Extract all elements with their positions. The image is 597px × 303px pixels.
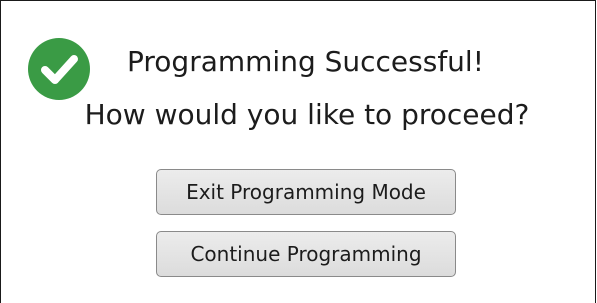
- exit-programming-mode-button[interactable]: Exit Programming Mode: [156, 169, 456, 215]
- dialog-question: How would you like to proceed?: [84, 98, 530, 131]
- programming-result-dialog: Programming Successful! How would you li…: [0, 0, 596, 303]
- dialog-title: Programming Successful!: [127, 45, 484, 78]
- success-check-icon: [27, 37, 91, 101]
- continue-programming-button[interactable]: Continue Programming: [156, 231, 456, 277]
